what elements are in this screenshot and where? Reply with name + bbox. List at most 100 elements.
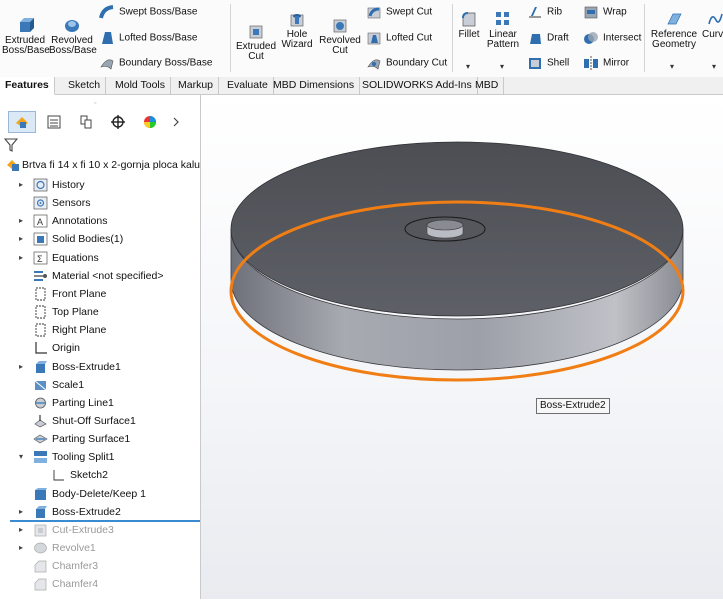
tree-item-material-not-specified[interactable]: Material <not specified>: [0, 267, 200, 285]
hole-wizard-icon: [290, 14, 304, 27]
tree-item-icon: [34, 451, 47, 463]
tree-item-body-delete-keep-1[interactable]: Body-Delete/Keep 1: [0, 485, 200, 503]
boundary-boss-button[interactable]: Boundary Boss/Base: [99, 55, 212, 71]
configuration-manager-tab[interactable]: [72, 111, 100, 133]
fillet-button[interactable]: Fillet: [455, 10, 483, 40]
dimxpert-manager-tab[interactable]: [104, 111, 132, 133]
tree-item-parting-surface1[interactable]: Parting Surface1: [0, 430, 200, 448]
tab-mbd[interactable]: MBD: [470, 77, 505, 94]
revolved-cut-label: Revolved Cut: [319, 35, 361, 56]
extruded-boss-button[interactable]: Extruded Boss/Base: [2, 16, 50, 56]
swept-cut-icon: [367, 7, 381, 19]
boundary-cut-button[interactable]: Boundary Cut: [366, 55, 447, 71]
panel-grip-icon[interactable]: ◦: [94, 100, 104, 108]
hole-wizard-label: Hole Wizard: [281, 29, 313, 50]
tree-root-part[interactable]: Brtva fi 14 x fi 10 x 2-gornja ploca kal…: [0, 156, 200, 174]
fillet-dropdown-icon[interactable]: ▾: [466, 62, 470, 71]
curves-button[interactable]: Curve: [702, 10, 723, 40]
curves-icon: [708, 13, 723, 25]
collapse-arrow-icon[interactable]: ▾: [19, 448, 23, 466]
tree-item-tooling-split1[interactable]: ▾ Tooling Split1: [0, 448, 200, 466]
ribbon-separator: [644, 4, 645, 72]
curves-dropdown-icon[interactable]: ▾: [712, 62, 716, 71]
tree-item-parting-line1[interactable]: Parting Line1: [0, 394, 200, 412]
tree-item-solid-bodies-1[interactable]: ▸ Solid Bodies(1): [0, 230, 200, 248]
rollback-bar[interactable]: [10, 520, 200, 522]
feature-manager-tab[interactable]: [8, 111, 36, 133]
intersect-icon: [584, 32, 598, 44]
expand-arrow-icon[interactable]: ▸: [19, 230, 23, 248]
tree-item-icon: [35, 488, 47, 500]
revolved-cut-button[interactable]: Revolved Cut: [318, 16, 362, 56]
tree-item-icon: [36, 361, 47, 373]
property-manager-tab[interactable]: [40, 111, 68, 133]
graphics-area[interactable]: [201, 95, 723, 599]
revolved-boss-button[interactable]: Revolved Boss/Base: [49, 16, 97, 56]
center-boss-top[interactable]: [426, 219, 464, 231]
tab-solidworks-add-ins[interactable]: SOLIDWORKS Add-Ins: [357, 77, 478, 94]
extruded-cut-button[interactable]: Extruded Cut: [235, 22, 277, 62]
expand-arrow-icon[interactable]: ▸: [19, 176, 23, 194]
expand-arrow-icon[interactable]: ▸: [19, 521, 23, 539]
tree-item-label: Equations: [52, 252, 99, 264]
tree-item-boss-extrude1[interactable]: ▸ Boss-Extrude1: [0, 358, 200, 376]
tab-mbd-dimensions[interactable]: MBD Dimensions: [268, 77, 361, 94]
tree-item-scale1[interactable]: Scale1: [0, 376, 200, 394]
tree-item-annotations[interactable]: ▸ A Annotations: [0, 212, 200, 230]
reference-geometry-button[interactable]: Reference Geometry: [648, 10, 700, 50]
tree-item-origin[interactable]: Origin: [0, 339, 200, 357]
lofted-boss-button[interactable]: Lofted Boss/Base: [99, 30, 197, 46]
shell-button[interactable]: Shell: [527, 55, 569, 71]
tab-features[interactable]: Features: [0, 77, 55, 95]
svg-text:Σ: Σ: [37, 254, 43, 264]
reference-geometry-dropdown-icon[interactable]: ▾: [670, 62, 674, 71]
tab-evaluate[interactable]: Evaluate: [222, 77, 274, 94]
display-manager-tab[interactable]: [136, 111, 164, 133]
wrap-button[interactable]: Wrap: [583, 4, 627, 20]
fillet-label: Fillet: [458, 29, 480, 40]
expand-arrow-icon[interactable]: ▸: [19, 503, 23, 521]
tree-item-chamfer3[interactable]: Chamfer3: [0, 557, 200, 575]
swept-boss-button[interactable]: Swept Boss/Base: [99, 4, 197, 20]
tree-item-boss-extrude2[interactable]: ▸ Boss-Extrude2: [0, 503, 200, 521]
tree-item-shut-off-surface1[interactable]: Shut-Off Surface1: [0, 412, 200, 430]
crosshair-icon: [111, 115, 125, 129]
expand-arrow-icon[interactable]: ▸: [19, 212, 23, 230]
tree-item-label: Revolve1: [52, 542, 96, 554]
tree-item-sketch2[interactable]: Sketch2: [0, 466, 200, 484]
wrap-label: Wrap: [603, 6, 627, 18]
tree-item-history[interactable]: ▸ History: [0, 176, 200, 194]
intersect-button[interactable]: Intersect: [583, 30, 641, 46]
hole-wizard-button[interactable]: Hole Wizard: [278, 10, 316, 50]
tree-item-equations[interactable]: ▸ Σ Equations: [0, 249, 200, 267]
linear-pattern-button[interactable]: Linear Pattern: [486, 10, 520, 50]
tree-item-right-plane[interactable]: Right Plane: [0, 321, 200, 339]
more-tabs-chevron-icon[interactable]: [166, 111, 186, 133]
tab-mold-tools[interactable]: Mold Tools: [110, 77, 171, 94]
tree-item-revolve1[interactable]: ▸ Revolve1: [0, 539, 200, 557]
tree-item-cut-extrude3[interactable]: ▸ Cut-Extrude3: [0, 521, 200, 539]
expand-arrow-icon[interactable]: ▸: [19, 539, 23, 557]
linear-pattern-dropdown-icon[interactable]: ▾: [500, 62, 504, 71]
rib-button[interactable]: Rib: [527, 4, 562, 20]
draft-button[interactable]: Draft: [527, 30, 569, 46]
tree-item-sensors[interactable]: Sensors: [0, 194, 200, 212]
tab-sketch[interactable]: Sketch: [63, 77, 107, 94]
tree-item-top-plane[interactable]: Top Plane: [0, 303, 200, 321]
mirror-button[interactable]: Mirror: [583, 55, 629, 71]
tree-item-label: Boss-Extrude1: [52, 361, 121, 373]
expand-arrow-icon[interactable]: ▸: [19, 249, 23, 267]
lofted-cut-button[interactable]: Lofted Cut: [366, 30, 432, 46]
revolved-boss-label: Revolved Boss/Base: [49, 35, 97, 56]
part-name: Brtva fi 14 x fi 10 x 2-gornja ploca kal…: [22, 159, 201, 171]
tree-item-icon: [35, 305, 46, 319]
swept-cut-button[interactable]: Swept Cut: [366, 4, 432, 20]
expand-arrow-icon[interactable]: ▸: [19, 358, 23, 376]
filter-icon[interactable]: [4, 138, 18, 152]
boundary-boss-icon: [100, 59, 114, 70]
tab-markup[interactable]: Markup: [173, 77, 220, 94]
tree-item-chamfer4[interactable]: Chamfer4: [0, 575, 200, 593]
tree-item-icon: [34, 415, 47, 428]
linear-pattern-label: Linear Pattern: [486, 29, 520, 50]
tree-item-front-plane[interactable]: Front Plane: [0, 285, 200, 303]
